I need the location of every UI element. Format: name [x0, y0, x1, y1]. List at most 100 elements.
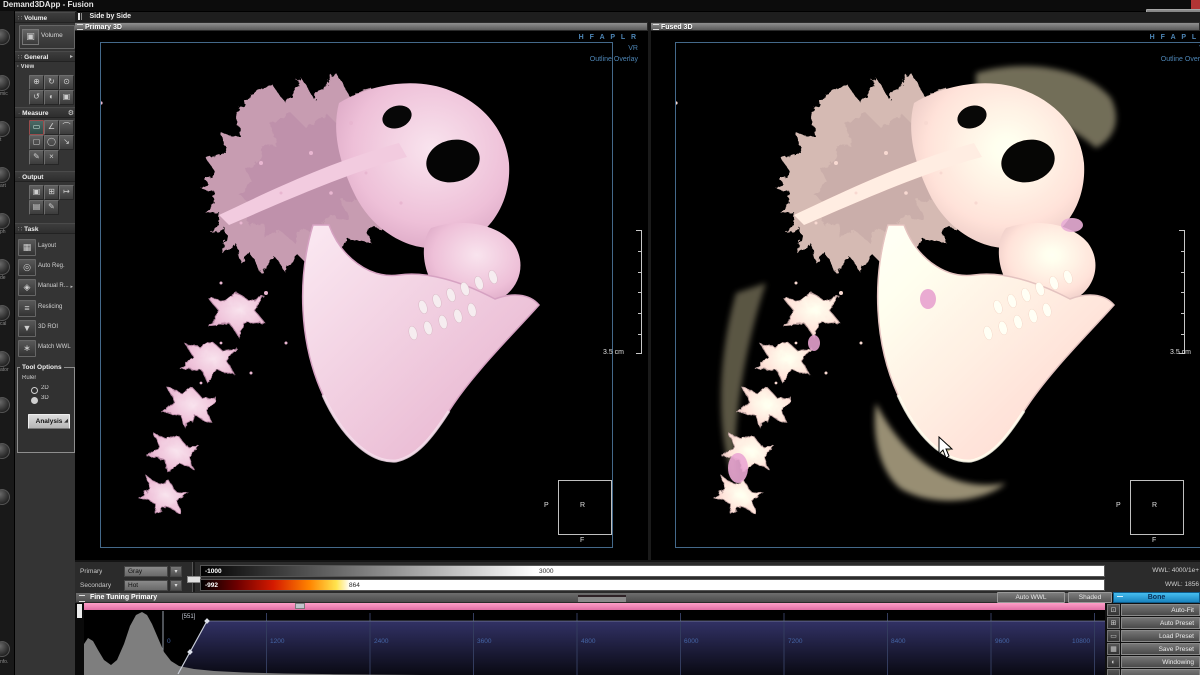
- task-item-auto-reg[interactable]: ◎ Auto Reg.: [18, 258, 73, 276]
- rail-label: nfo.: [0, 659, 14, 665]
- axis-tick: 8400: [891, 638, 906, 645]
- rail-tool-icon[interactable]: [0, 443, 10, 459]
- primary-volume-render[interactable]: [101, 43, 614, 549]
- task-item-reslicing[interactable]: ≡ Reslicing: [18, 299, 73, 317]
- radio-3d[interactable]: [31, 397, 38, 404]
- auto-preset-icon[interactable]: ⊞: [1107, 617, 1120, 629]
- arrow-icon[interactable]: ↘: [59, 135, 74, 150]
- windowing-icon[interactable]: ◐: [44, 90, 59, 105]
- rail-tool-icon[interactable]: [0, 167, 10, 183]
- spin-icon[interactable]: ↺: [29, 90, 44, 105]
- panel-grip-icon: [653, 24, 659, 30]
- task-item-3d-roi[interactable]: ▼ 3D ROI: [18, 319, 73, 337]
- rail-tool-icon[interactable]: [0, 75, 10, 91]
- clipped-icon[interactable]: [1107, 669, 1120, 675]
- viewport-title-fused-3d[interactable]: Fused 3D: [651, 22, 1200, 31]
- pen-icon[interactable]: ✎: [44, 200, 59, 215]
- fine-tuning-header[interactable]: Fine Tuning Primary: [75, 592, 1105, 603]
- rail-tool-icon[interactable]: [0, 489, 10, 505]
- ruler-scale-label: 3.5 cm: [1170, 349, 1191, 356]
- rail-label: cal: [0, 321, 14, 327]
- scrollbar-thumb[interactable]: [77, 604, 82, 618]
- snapshot-icon[interactable]: ▣: [29, 185, 44, 200]
- windowing-histogram[interactable]: [551] 0 1200 2400 3600 4800 6000 7200 84…: [84, 610, 1105, 675]
- fine-tuning-histogram-panel[interactable]: [551] 0 1200 2400 3600 4800 6000 7200 84…: [75, 603, 1105, 675]
- auto-preset-button[interactable]: Auto Preset: [1121, 617, 1200, 629]
- pan-icon[interactable]: ⊕: [29, 75, 44, 90]
- delete-icon[interactable]: ×: [44, 150, 59, 165]
- chevron-down-icon[interactable]: ▾: [170, 580, 182, 591]
- preset-header-bone[interactable]: Bone: [1113, 592, 1200, 603]
- ruler-icon[interactable]: ▭: [29, 120, 44, 135]
- rail-tool-icon[interactable]: [0, 397, 10, 413]
- primary-3d-viewport[interactable]: H F A P L R VR Outline Overlay 3.5 cm R …: [75, 31, 649, 560]
- windowing-icon[interactable]: ◐: [1107, 656, 1120, 668]
- analysis-button[interactable]: Analysis◢: [28, 414, 70, 429]
- histogram-left-scrollbar[interactable]: [75, 603, 84, 675]
- rail-tool-icon[interactable]: [0, 641, 10, 657]
- axis-tick: 3600: [477, 638, 492, 645]
- panel-drag-handle[interactable]: [578, 595, 626, 603]
- opacity-bar-handle[interactable]: [295, 603, 305, 609]
- auto-fit-button[interactable]: Auto-Fit: [1121, 604, 1200, 616]
- rail-tool-icon[interactable]: [0, 305, 10, 321]
- pencil-icon[interactable]: ✎: [29, 150, 44, 165]
- auto-fit-icon[interactable]: ⊡: [1107, 604, 1120, 616]
- secondary-window-gradient-bar[interactable]: -992 864: [200, 579, 1105, 591]
- general-section-header[interactable]: ∷General ▸: [15, 51, 76, 62]
- ellipse-roi-icon[interactable]: ◯: [44, 135, 59, 150]
- rail-tool-icon[interactable]: [0, 29, 10, 45]
- windowing-button[interactable]: Windowing: [1121, 656, 1200, 668]
- task-section-header[interactable]: ∷Task: [15, 223, 76, 234]
- load-preset-icon[interactable]: ▭: [1107, 630, 1120, 642]
- rect-roi-icon[interactable]: ▢: [29, 135, 44, 150]
- auto-wwl-button[interactable]: Auto WWL: [997, 592, 1065, 603]
- secondary-wwl-readout: WWL: 1856: [1109, 581, 1199, 588]
- rail-tool-icon[interactable]: [0, 213, 10, 229]
- print-icon[interactable]: ▤: [29, 200, 44, 215]
- clipped-button[interactable]: [1121, 669, 1200, 675]
- rail-tool-icon[interactable]: [0, 121, 10, 137]
- rotate-icon[interactable]: ↻: [44, 75, 59, 90]
- measure-section-header[interactable]: ·Measure ⚙: [15, 107, 76, 118]
- fused-volume-render[interactable]: [676, 43, 1189, 549]
- roi-3d-icon: ▼: [18, 320, 36, 337]
- slider-thumb[interactable]: [187, 576, 201, 583]
- task-item-layout[interactable]: ▦ Layout: [18, 238, 73, 256]
- output-section-header[interactable]: ·Output: [15, 171, 76, 182]
- task-item-match-wwl[interactable]: ∗ Match WWL: [18, 339, 73, 357]
- pin-icon[interactable]: ▸: [70, 52, 73, 62]
- rail-tool-icon[interactable]: [0, 259, 10, 275]
- radio-2d-label: 2D: [41, 385, 49, 391]
- primary-window-gradient-bar[interactable]: -1000 3000: [200, 565, 1105, 577]
- secondary-colormap-select[interactable]: Hot: [124, 580, 168, 591]
- reset-view-icon[interactable]: ▣: [59, 90, 74, 105]
- load-preset-button[interactable]: Load Preset: [1121, 630, 1200, 642]
- arc-icon[interactable]: ⌒: [59, 120, 74, 135]
- angle-icon[interactable]: ∠: [44, 120, 59, 135]
- volume-button[interactable]: ▣ Volume: [19, 25, 75, 49]
- viewport-title-primary-3d[interactable]: Primary 3D: [75, 22, 648, 31]
- opacity-top-bar[interactable]: [84, 603, 1105, 610]
- copy-icon[interactable]: ⊞: [44, 185, 59, 200]
- zoom-icon[interactable]: ⊙: [59, 75, 74, 90]
- primary-colormap-select[interactable]: Gray: [124, 566, 168, 577]
- primary-window-max: 3000: [539, 568, 553, 575]
- windowing-row: ◐ Windowing: [1107, 656, 1200, 668]
- task-item-manual-reg[interactable]: ◈ Manual R... ▸: [18, 278, 73, 296]
- auto-fit-row: ⊡ Auto-Fit: [1107, 604, 1200, 616]
- wrench-icon[interactable]: ⚙: [68, 108, 74, 118]
- save-preset-icon[interactable]: ▦: [1107, 643, 1120, 655]
- shaded-button[interactable]: Shaded: [1068, 592, 1112, 603]
- radio-2d[interactable]: [31, 387, 38, 394]
- orientation-cube-posterior: P: [1116, 502, 1121, 509]
- fused-3d-viewport[interactable]: H F A P L R VR Outline Overlay 3.5 cm R …: [651, 31, 1200, 560]
- layout-icon: ▦: [18, 239, 36, 256]
- chevron-down-icon[interactable]: ▾: [170, 566, 182, 577]
- close-icon[interactable]: [1191, 0, 1200, 9]
- blend-ratio-slider[interactable]: [187, 562, 199, 594]
- save-preset-button[interactable]: Save Preset: [1121, 643, 1200, 655]
- rail-tool-icon[interactable]: [0, 351, 10, 367]
- export-icon[interactable]: ↦: [59, 185, 74, 200]
- volume-section-header[interactable]: ∷Volume: [15, 12, 76, 23]
